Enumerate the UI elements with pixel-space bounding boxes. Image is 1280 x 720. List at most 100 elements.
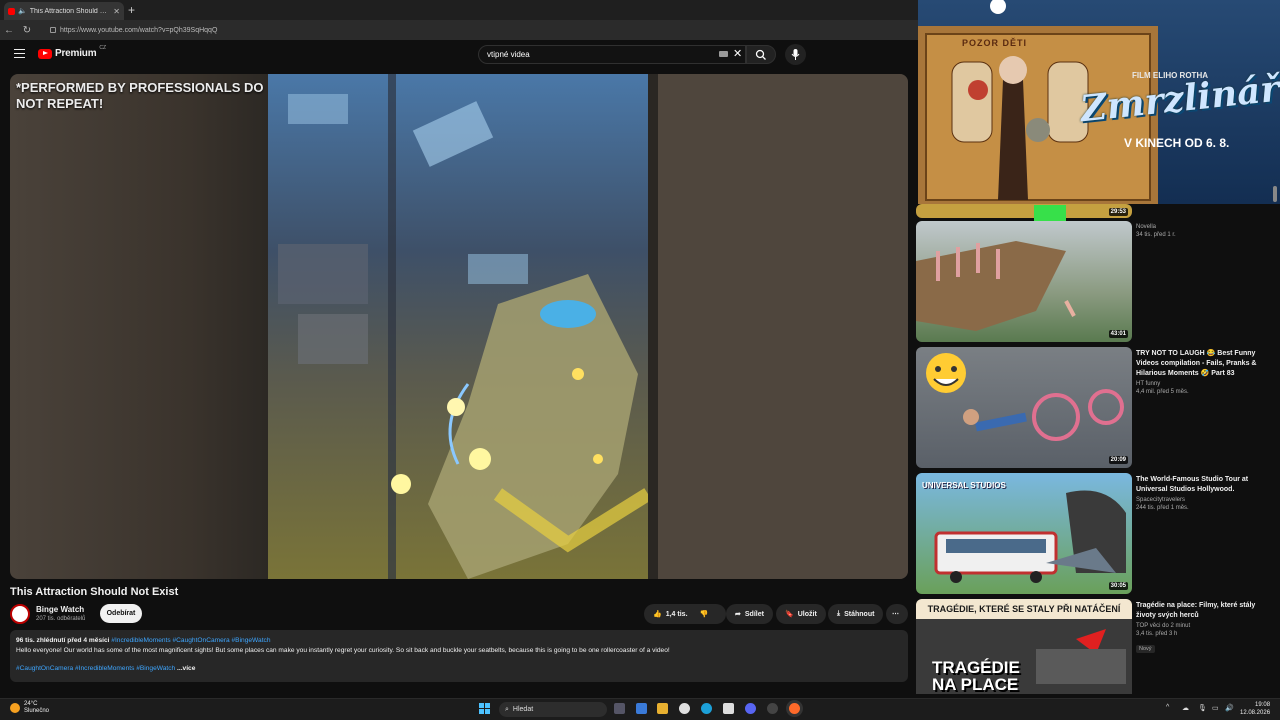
- ad-release-date: V KINECH OD 6. 8.: [1124, 136, 1230, 150]
- video-player[interactable]: *PERFORMED BY PROFESSIONALS DO NOT REPEA…: [10, 74, 908, 579]
- network-icon[interactable]: ▭: [1212, 704, 1219, 712]
- new-tab-button[interactable]: +: [128, 3, 135, 17]
- video-channel[interactable]: TOP věci do 2 minut: [1136, 623, 1270, 629]
- video-thumbnail[interactable]: UNIVERSAL STUDIOS 30:05: [916, 473, 1132, 594]
- share-button[interactable]: ➦ Sdílet: [726, 604, 773, 624]
- video-views: 4,4 mil. před 5 měs.: [1136, 389, 1189, 395]
- search-input[interactable]: vtipné videa: [478, 45, 746, 64]
- browser-tab[interactable]: 🔈 This Attraction Should Not Exist ✕: [4, 2, 124, 20]
- sun-icon: [10, 703, 20, 713]
- thumbnail-banner-text: TRAGÉDIE, KTERÉ SE STALY PŘI NATÁČENÍ: [916, 599, 1132, 619]
- youtube-logo[interactable]: Premium CZ: [38, 44, 107, 59]
- reload-icon[interactable]: ↻: [18, 25, 36, 36]
- store-icon[interactable]: [723, 703, 734, 714]
- download-label: Stáhnout: [844, 610, 875, 618]
- youtube-play-icon: [38, 48, 52, 59]
- video-title[interactable]: TRY NOT TO LAUGH 😂 Best Funny Videos com…: [1136, 349, 1270, 379]
- meta-hashtags[interactable]: #IncredibleMoments #CaughtOnCamera #Bing…: [111, 637, 270, 644]
- video-views: 34 tis. před 1 r.: [1136, 232, 1176, 238]
- widgets-icon[interactable]: [636, 703, 647, 714]
- video-title[interactable]: The World-Famous Studio Tour at Universa…: [1136, 475, 1270, 495]
- voice-search-button[interactable]: [785, 44, 806, 65]
- subscriber-count: 207 tis. odběratelů: [36, 616, 86, 622]
- show-more-link[interactable]: ...více: [177, 665, 195, 672]
- video-channel[interactable]: Novella: [1136, 224, 1270, 230]
- video-thumbnail[interactable]: TRAGÉDIE, KTERÉ SE STALY PŘI NATÁČENÍ TR…: [916, 599, 1132, 694]
- close-tab-icon[interactable]: ✕: [113, 7, 120, 16]
- save-label: Uložit: [797, 610, 817, 618]
- video-thumbnail[interactable]: 20:09: [916, 347, 1132, 468]
- video-channel[interactable]: Spacecitytravelers: [1136, 497, 1270, 503]
- weather-temp: 24°C: [24, 701, 38, 707]
- weather-widget[interactable]: 24°C Slunečno: [10, 701, 49, 715]
- discord-icon[interactable]: [745, 703, 756, 714]
- related-video[interactable]: 29:53 Novella 34 tis. před 1 r.: [916, 204, 1272, 238]
- description-hashtags[interactable]: #CaughtOnCamera #IncredibleMoments #Bing…: [16, 665, 175, 672]
- settings-icon[interactable]: [767, 703, 778, 714]
- system-clock[interactable]: 19:08 12.08.2026: [1240, 701, 1270, 717]
- file-explorer-icon[interactable]: [657, 703, 668, 714]
- ad-sign-text: POZOR DĚTI: [962, 38, 1028, 48]
- video-frame[interactable]: [268, 74, 648, 579]
- microphone-icon: [791, 49, 800, 60]
- address-bar-row: ← ↻ https://www.youtube.com/watch?v=pQh3…: [0, 20, 918, 40]
- subscribe-button[interactable]: Odebírat: [100, 604, 142, 623]
- clear-search-icon[interactable]: ✕: [733, 47, 742, 60]
- dislike-icon[interactable]: 👎: [700, 610, 709, 618]
- weather-condition: Slunečno: [24, 708, 50, 714]
- aerial-city-scene: [268, 74, 648, 579]
- microphone-tray-icon[interactable]: 🎙: [1198, 704, 1207, 712]
- search-icon: ⌕: [505, 705, 509, 713]
- taskbar-search[interactable]: ⌕ Hledat: [499, 702, 607, 717]
- youtube-favicon-icon: [8, 7, 15, 15]
- studio-tour-scene: [934, 490, 1126, 583]
- chrome-icon[interactable]: [679, 703, 690, 714]
- channel-name[interactable]: Binge Watch: [36, 605, 84, 614]
- video-thumbnail[interactable]: 29:53: [916, 204, 1132, 218]
- movie-ad-banner[interactable]: POZOR DĚTI FILM ELIHO ROTHA Zmrzlinář V …: [918, 0, 1280, 204]
- video-duration: 29:53: [1108, 208, 1128, 216]
- video-overlay-text: *PERFORMED BY PROFESSIONALS DO NOT REPEA…: [16, 80, 264, 111]
- video-title: This Attraction Should Not Exist: [10, 586, 179, 598]
- like-icon[interactable]: 👍: [653, 610, 662, 618]
- back-icon[interactable]: ←: [0, 25, 18, 36]
- keyboard-icon[interactable]: [719, 51, 728, 57]
- related-video[interactable]: TRAGÉDIE, KTERÉ SE STALY PŘI NATÁČENÍ TR…: [916, 599, 1272, 694]
- browser-tabbar: 🔈 This Attraction Should Not Exist ✕ +: [0, 0, 918, 20]
- start-button[interactable]: [479, 703, 490, 714]
- video-title[interactable]: Tragédie na place: Filmy, které stály ži…: [1136, 601, 1270, 621]
- menu-icon[interactable]: [14, 49, 25, 58]
- video-thumbnail[interactable]: 43:01: [916, 221, 1132, 342]
- firefox-icon[interactable]: [789, 703, 800, 714]
- sidebar-scroll-thumb[interactable]: [1273, 186, 1277, 202]
- save-button[interactable]: 🔖 Uložit: [776, 604, 826, 624]
- download-button[interactable]: ⤓ Stáhnout: [828, 604, 884, 624]
- cloud-icon[interactable]: ☁: [1182, 704, 1189, 712]
- new-badge: Nový: [1136, 645, 1155, 653]
- url-text: https://www.youtube.com/watch?v=pQh39SqH…: [60, 26, 218, 34]
- more-actions-button[interactable]: ⋯: [886, 604, 908, 624]
- logo-country: CZ: [99, 44, 107, 51]
- edge-icon[interactable]: [701, 703, 712, 714]
- video-duration: 43:01: [1108, 330, 1128, 338]
- tray-overflow-icon[interactable]: ^: [1166, 704, 1169, 711]
- like-count[interactable]: 1,4 tis.: [666, 611, 688, 618]
- channel-avatar[interactable]: [10, 604, 30, 624]
- like-dislike-group: 👍 1,4 tis. 👎: [644, 604, 726, 624]
- volume-icon[interactable]: 🔊: [1225, 704, 1234, 712]
- youtube-header: Premium CZ vtipné videa ✕: [0, 40, 918, 70]
- address-bar[interactable]: https://www.youtube.com/watch?v=pQh39SqH…: [46, 23, 918, 37]
- tab-title: This Attraction Should Not Exist: [29, 7, 111, 15]
- video-views: 244 tis. před 1 měs.: [1136, 505, 1189, 511]
- speaker-icon[interactable]: 🔈: [18, 7, 27, 15]
- search-icon: [755, 49, 766, 60]
- sidebar-scrollbar[interactable]: [1272, 204, 1278, 694]
- clock-time: 19:08: [1255, 702, 1271, 708]
- search-button[interactable]: [746, 45, 776, 64]
- video-channel[interactable]: HT funny: [1136, 381, 1270, 387]
- description-box[interactable]: 96 tis. zhlédnutí před 4 měsíci #Incredi…: [10, 630, 908, 682]
- task-view-icon[interactable]: [614, 703, 625, 714]
- windows-taskbar: 24°C Slunečno ⌕ Hledat ^ ☁ 🎙 ▭ 🔊 19:08 1…: [0, 698, 1280, 720]
- share-label: Sdílet: [744, 610, 764, 618]
- share-icon: ➦: [735, 611, 741, 618]
